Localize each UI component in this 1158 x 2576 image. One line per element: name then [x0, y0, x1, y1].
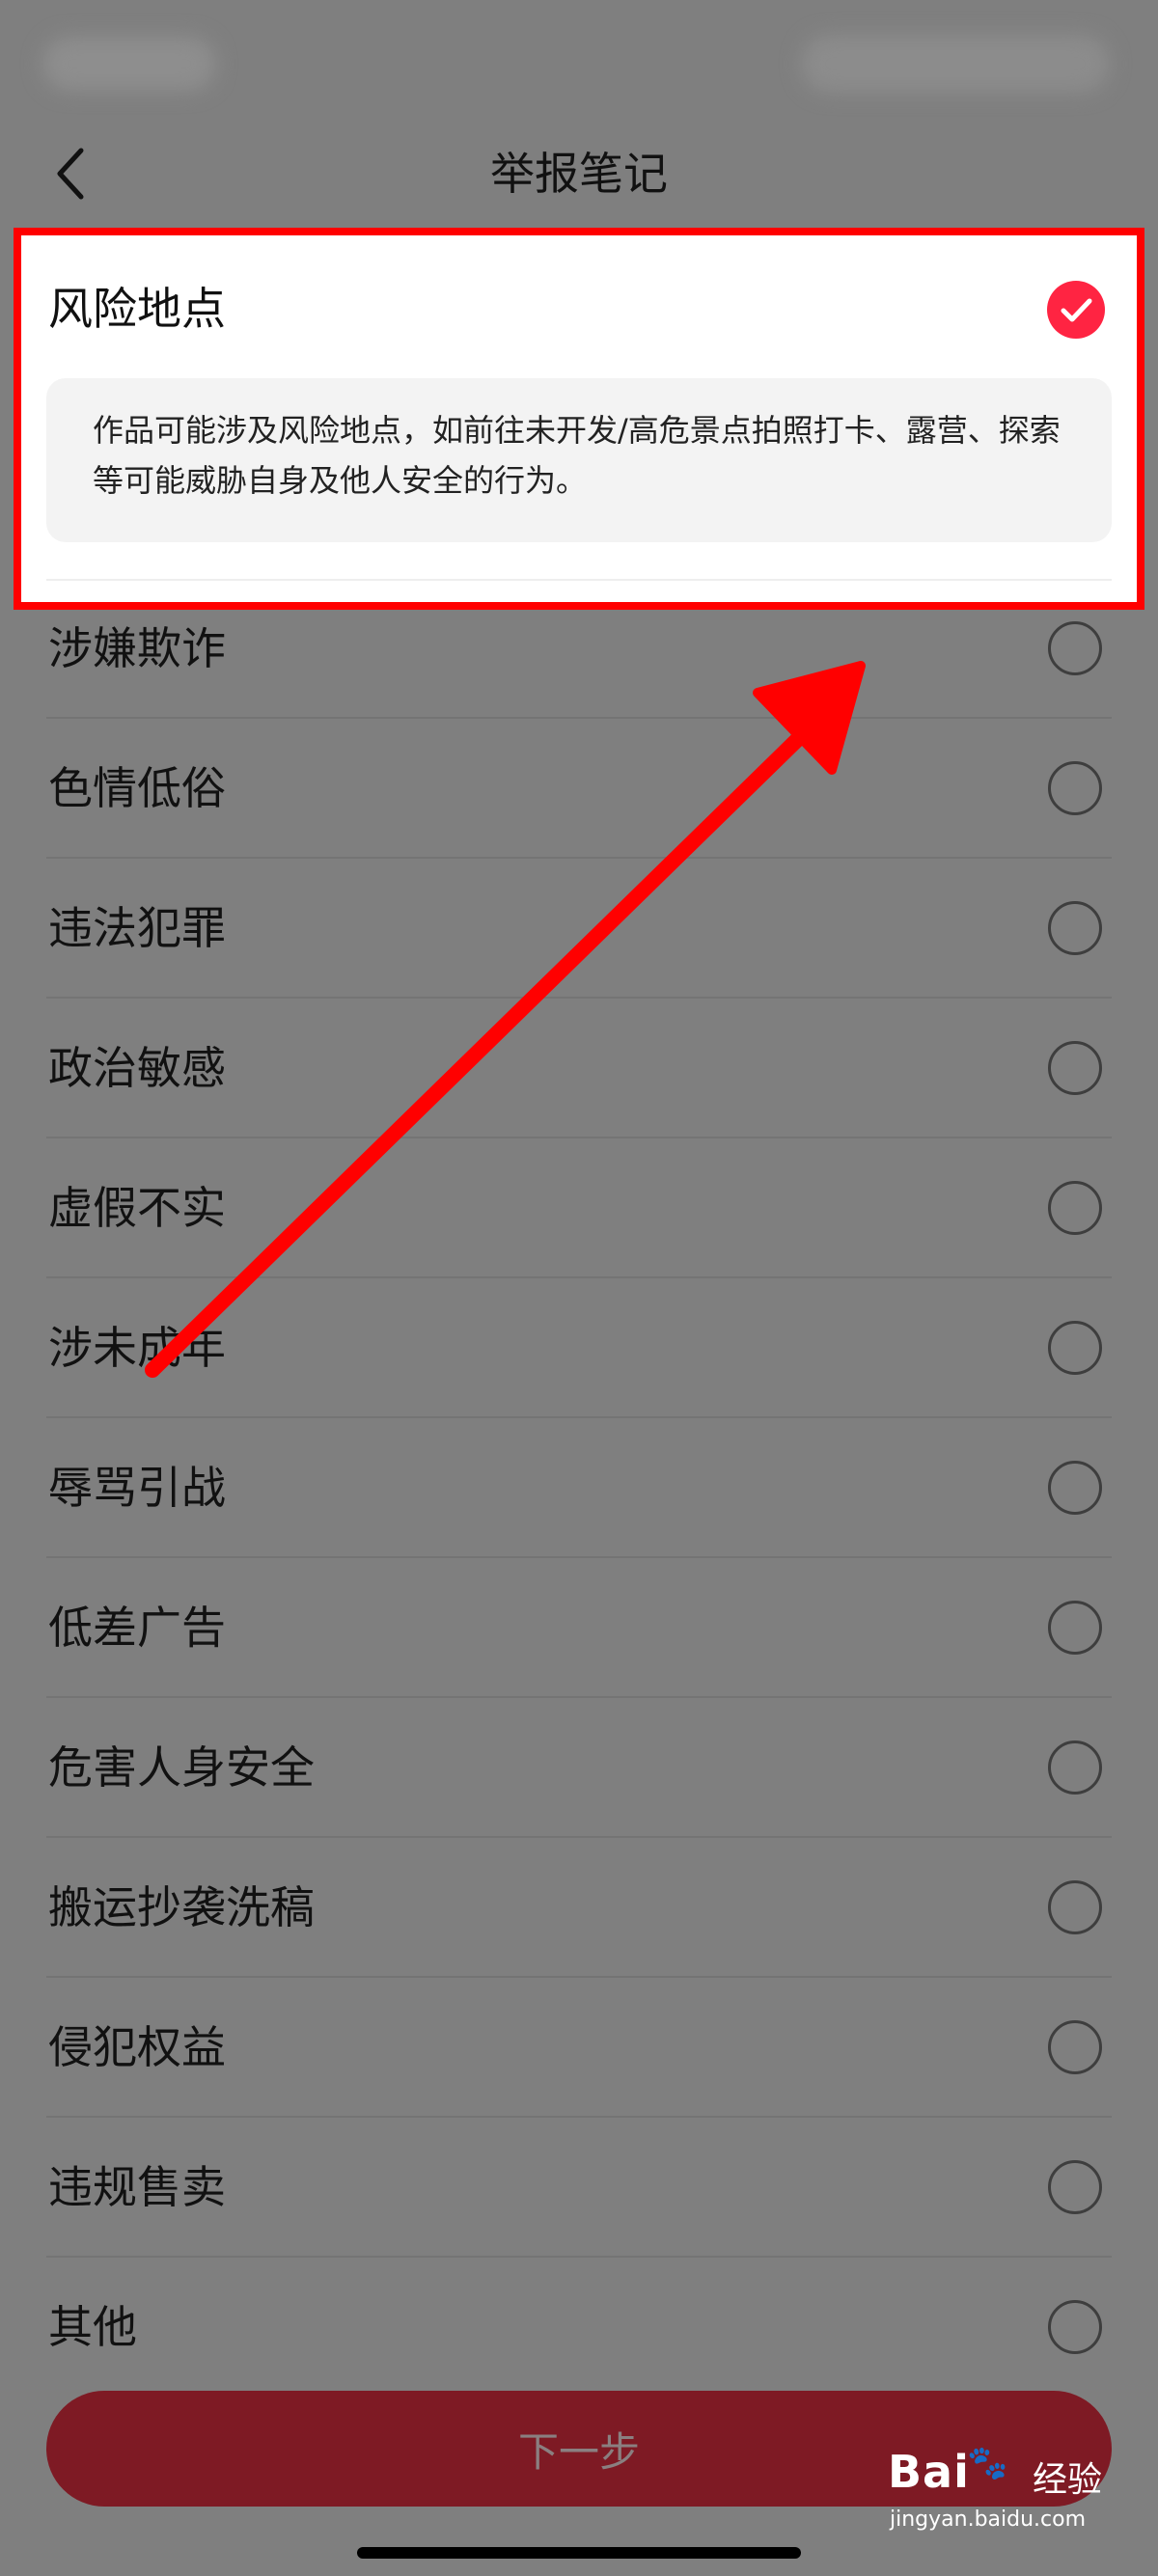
option-label: 虚假不实 — [48, 1182, 226, 1234]
radio-unchecked-icon[interactable] — [1048, 2160, 1102, 2214]
watermark-url: jingyan.baidu.com — [890, 2507, 1087, 2532]
status-time-blurred — [42, 37, 216, 91]
option-row[interactable]: 辱骂引战 — [0, 1418, 1158, 1558]
option-row[interactable]: 色情低俗 — [0, 719, 1158, 859]
option-row[interactable]: 违规售卖 — [0, 2118, 1158, 2258]
radio-unchecked-icon[interactable] — [1048, 2300, 1102, 2354]
option-row[interactable]: 政治敏感 — [0, 999, 1158, 1138]
status-icons-blurred — [801, 35, 1110, 93]
option-row[interactable]: 其他 — [0, 2258, 1158, 2398]
option-row[interactable]: 低差广告 — [0, 1558, 1158, 1698]
option-label: 其他 — [48, 2301, 137, 2353]
option-label: 违法犯罪 — [48, 902, 226, 954]
baidu-jingyan-watermark: Bai 🐾 经验 jingyan.baidu.com — [888, 2444, 1119, 2552]
option-label: 辱骂引战 — [48, 1462, 226, 1514]
option-label: 政治敏感 — [48, 1042, 226, 1094]
radio-unchecked-icon[interactable] — [1048, 1181, 1102, 1235]
option-label: 涉未成年 — [48, 1322, 226, 1374]
radio-unchecked-icon[interactable] — [1048, 2020, 1102, 2074]
radio-unchecked-icon[interactable] — [1048, 1041, 1102, 1095]
selected-option-card[interactable]: 风险地点 作品可能涉及风险地点，如前往未开发/高危景点拍照打卡、露营、探索等可能… — [15, 232, 1143, 608]
divider — [46, 579, 1112, 581]
option-label: 色情低俗 — [48, 762, 226, 814]
radio-unchecked-icon[interactable] — [1048, 901, 1102, 955]
radio-unchecked-icon[interactable] — [1048, 621, 1102, 675]
radio-unchecked-icon[interactable] — [1048, 1321, 1102, 1375]
option-row[interactable]: 搬运抄袭洗稿 — [0, 1838, 1158, 1978]
header: 举报笔记 — [0, 125, 1158, 222]
selected-option-label: 风险地点 — [48, 283, 226, 335]
radio-unchecked-icon[interactable] — [1048, 761, 1102, 815]
description-box: 作品可能涉及风险地点，如前往未开发/高危景点拍照打卡、露营、探索等可能威胁自身及… — [46, 378, 1112, 542]
description-text: 作品可能涉及风险地点，如前往未开发/高危景点拍照打卡、露营、探索等可能威胁自身及… — [93, 412, 1061, 499]
option-label: 危害人身安全 — [48, 1741, 315, 1794]
radio-unchecked-icon[interactable] — [1048, 1601, 1102, 1655]
option-row[interactable]: 涉未成年 — [0, 1278, 1158, 1418]
status-bar — [0, 0, 1158, 125]
option-label: 低差广告 — [48, 1602, 226, 1654]
option-label: 搬运抄袭洗稿 — [48, 1881, 315, 1933]
option-row[interactable]: 违法犯罪 — [0, 859, 1158, 999]
radio-unchecked-icon[interactable] — [1048, 1880, 1102, 1934]
check-circle-icon[interactable] — [1046, 280, 1106, 340]
option-row[interactable]: 侵犯权益 — [0, 1978, 1158, 2118]
option-label: 违规售卖 — [48, 2161, 226, 2213]
page-title: 举报笔记 — [490, 148, 668, 200]
watermark-suffix: 经验 — [1033, 2460, 1103, 2500]
home-indicator — [357, 2547, 801, 2559]
option-row[interactable]: 危害人身安全 — [0, 1698, 1158, 1838]
paw-icon: 🐾 — [967, 2444, 1008, 2482]
radio-unchecked-icon[interactable] — [1048, 1740, 1102, 1795]
watermark-logo: Bai — [888, 2446, 970, 2498]
option-row[interactable]: 虚假不实 — [0, 1138, 1158, 1278]
option-label: 侵犯权益 — [48, 2021, 226, 2073]
radio-unchecked-icon[interactable] — [1048, 1461, 1102, 1515]
